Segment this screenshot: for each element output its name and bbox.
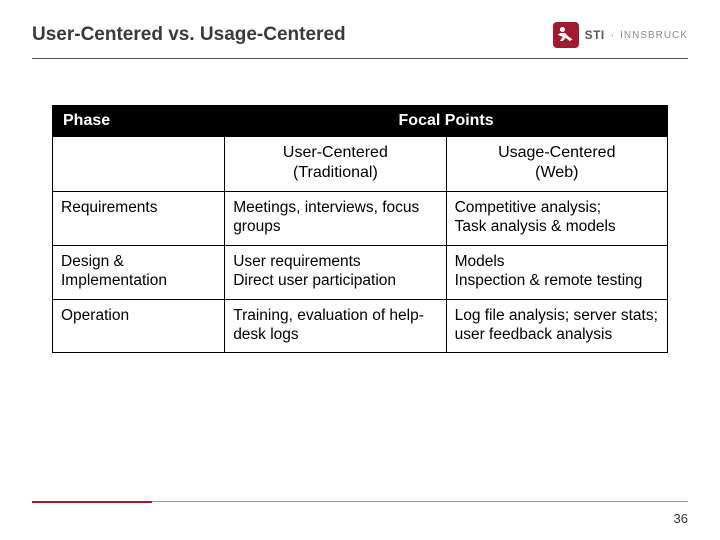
table-subheader-row: User-Centered (Traditional) Usage-Center… xyxy=(53,137,668,192)
subhead-user-centered: User-Centered (Traditional) xyxy=(225,137,446,192)
empty-cell xyxy=(53,137,225,192)
cell-user: Meetings, interviews, focus groups xyxy=(225,192,446,246)
slide-title: User-Centered vs. Usage-Centered xyxy=(32,24,346,46)
table-row: Requirements Meetings, interviews, focus… xyxy=(53,192,668,246)
table-header-row: Phase Focal Points xyxy=(53,106,668,137)
slide: User-Centered vs. Usage-Centered STI · I… xyxy=(0,0,720,540)
footer-accent xyxy=(32,501,152,503)
cell-usage: Competitive analysis; Task analysis & mo… xyxy=(446,192,667,246)
logo: STI · INNSBRUCK xyxy=(553,22,688,48)
cell-user: User requirements Direct user participat… xyxy=(225,245,446,299)
logo-org: INNSBRUCK xyxy=(620,30,688,41)
cell-phase: Requirements xyxy=(53,192,225,246)
subhead-usage-centered: Usage-Centered (Web) xyxy=(446,137,667,192)
col-focal-header: Focal Points xyxy=(225,106,668,137)
table-row: Operation Training, evaluation of help-d… xyxy=(53,299,668,353)
logo-icon xyxy=(553,22,579,48)
cell-usage: Log file analysis; server stats; user fe… xyxy=(446,299,667,353)
table-row: Design & Implementation User requirement… xyxy=(53,245,668,299)
header-divider xyxy=(32,58,688,59)
comparison-table: Phase Focal Points User-Centered (Tradit… xyxy=(52,105,668,353)
header: User-Centered vs. Usage-Centered STI · I… xyxy=(32,22,688,48)
col-phase-header: Phase xyxy=(53,106,225,137)
cell-user: Training, evaluation of help-desk logs xyxy=(225,299,446,353)
page-number: 36 xyxy=(674,511,688,526)
logo-abbr: STI xyxy=(585,28,605,42)
cell-usage: Models Inspection & remote testing xyxy=(446,245,667,299)
cell-phase: Design & Implementation xyxy=(53,245,225,299)
cell-phase: Operation xyxy=(53,299,225,353)
